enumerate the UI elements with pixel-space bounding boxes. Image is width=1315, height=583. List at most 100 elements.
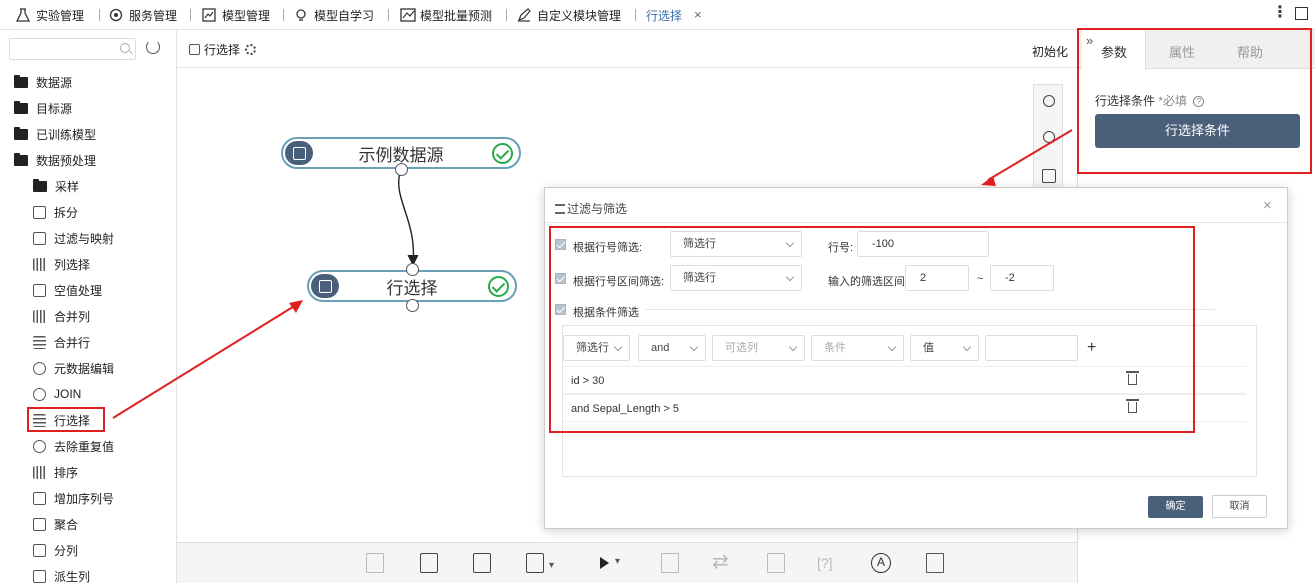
folder-icon	[14, 126, 28, 140]
row-select-highlight	[27, 407, 105, 432]
settings-icon[interactable]: ▾	[526, 553, 554, 573]
tool-sort[interactable]: 排序	[33, 463, 78, 481]
menu-divider	[635, 9, 636, 21]
folder-open-icon	[14, 152, 28, 166]
confirm-button[interactable]: 确定	[1148, 496, 1203, 518]
reset-button[interactable]: 初始化	[1032, 43, 1068, 60]
tool-join[interactable]: JOIN	[33, 385, 81, 403]
merge-rows-icon	[33, 335, 46, 349]
tool-label: JOIN	[54, 387, 82, 401]
database-icon	[33, 361, 46, 375]
more-menu-icon[interactable]: ⋮	[1272, 5, 1288, 21]
search-icon[interactable]	[120, 43, 130, 53]
tab-row-select[interactable]: 行选择	[646, 7, 682, 23]
node-label: 示例数据源	[358, 145, 444, 165]
tool-dedupe[interactable]: 去除重复值	[33, 437, 114, 455]
tool-label: 排序	[54, 465, 79, 480]
menu-label: 模型管理	[222, 8, 271, 23]
tool-metadata-edit[interactable]: 元数据编辑	[33, 359, 114, 377]
menu-self-learning[interactable]: 模型自学习	[294, 7, 374, 23]
menu-experiment[interactable]: 实验管理	[15, 7, 85, 23]
refresh-icon[interactable]	[146, 40, 160, 54]
output-port[interactable]	[406, 299, 419, 312]
menu-divider	[190, 9, 191, 21]
top-menu-bar: 实验管理 服务管理 模型管理 模型自学习 模型批量预测 自定义模块管理 行选择 …	[0, 0, 1315, 30]
gear-icon[interactable]	[245, 44, 257, 55]
tool-split-column[interactable]: 分列	[33, 541, 78, 559]
app-window: 实验管理 服务管理 模型管理 模型自学习 模型批量预测 自定义模块管理 行选择 …	[0, 0, 1315, 583]
folder-preprocessing[interactable]: 数据预处理	[14, 151, 96, 169]
menu-custom-module[interactable]: 自定义模块管理	[517, 7, 621, 23]
cancel-button[interactable]: 取消	[1212, 495, 1267, 518]
canvas-header: 行选择 初始化	[177, 30, 1077, 68]
tool-label: 去除重复值	[54, 439, 115, 454]
flow-icon	[189, 44, 200, 55]
tool-label: 聚合	[54, 517, 79, 532]
schedule-icon[interactable]	[767, 553, 785, 573]
tool-derived-column[interactable]: 派生列	[33, 567, 90, 583]
bottom-toolbar: ▾ ▾ ⇄ [?] A	[177, 542, 1077, 583]
menu-batch-predict[interactable]: 模型批量预测	[400, 7, 492, 23]
maximize-icon[interactable]	[1295, 7, 1308, 20]
chevron-down-icon[interactable]: ▾	[615, 556, 620, 567]
zoom-controls	[1033, 84, 1063, 194]
document-icon[interactable]	[926, 553, 944, 573]
tool-label: 分列	[54, 543, 79, 558]
folder-trained-models[interactable]: 已训练模型	[14, 125, 96, 143]
split-icon	[33, 205, 46, 219]
output-port[interactable]	[395, 163, 408, 176]
tool-merge-rows[interactable]: 合并行	[33, 333, 90, 351]
zoom-out-icon[interactable]	[1043, 131, 1055, 143]
folder-label: 数据预处理	[36, 153, 97, 168]
folder-datasource[interactable]: 数据源	[14, 73, 72, 91]
tool-add-sequence[interactable]: 增加序列号	[33, 489, 114, 507]
menu-label: 模型自学习	[314, 8, 375, 23]
close-tab-icon[interactable]: ×	[694, 7, 702, 22]
dialog-highlight	[549, 226, 1195, 433]
folder-target[interactable]: 目标源	[14, 99, 72, 117]
help-bracket-icon[interactable]: [?]	[817, 555, 841, 575]
canvas-title: 行选择	[189, 41, 257, 58]
fit-view-icon[interactable]	[1042, 169, 1056, 183]
swap-icon[interactable]: ⇄	[712, 552, 730, 573]
input-port[interactable]	[406, 263, 419, 276]
folder-icon	[14, 74, 28, 88]
tool-null-handling[interactable]: 空值处理	[33, 281, 102, 299]
tool-filter-map[interactable]: 过滤与映射	[33, 229, 114, 247]
tool-sample[interactable]: 采样	[33, 177, 79, 195]
tool-label: 合并行	[54, 335, 91, 350]
tool-label: 采样	[55, 179, 80, 194]
folder-icon	[14, 100, 28, 114]
folder-label: 已训练模型	[36, 127, 97, 142]
null-icon	[33, 283, 46, 297]
split-column-icon	[33, 543, 46, 557]
tool-split[interactable]: 拆分	[33, 203, 78, 221]
auto-layout-icon[interactable]: A	[871, 553, 891, 573]
new-doc-icon[interactable]	[366, 553, 384, 573]
search-input[interactable]	[9, 38, 136, 60]
tool-merge-columns[interactable]: 合并列	[33, 307, 90, 325]
menu-label: 实验管理	[36, 8, 85, 23]
save-as-icon[interactable]	[473, 553, 491, 573]
tool-aggregate[interactable]: 聚合	[33, 515, 78, 533]
tool-label: 增加序列号	[54, 491, 115, 506]
folder-label: 数据源	[36, 75, 73, 90]
upload-icon[interactable]	[661, 553, 679, 573]
chevron-down-icon: ▾	[549, 560, 555, 571]
sort-icon	[33, 465, 46, 479]
save-icon[interactable]	[420, 553, 438, 573]
menu-model[interactable]: 模型管理	[202, 7, 270, 23]
tool-label: 空值处理	[54, 283, 103, 298]
menu-service[interactable]: 服务管理	[109, 7, 177, 23]
folder-icon	[33, 178, 47, 192]
flask-icon	[15, 8, 31, 22]
run-icon[interactable]	[600, 557, 609, 569]
zoom-in-icon[interactable]	[1043, 95, 1055, 107]
dialog-title-text: 过滤与筛选	[567, 202, 628, 216]
menu-label: 自定义模块管理	[537, 8, 622, 23]
tool-label: 过滤与映射	[54, 231, 115, 246]
tool-column-select[interactable]: 列选择	[33, 255, 90, 273]
divider	[545, 222, 1287, 223]
close-icon[interactable]: ×	[1263, 197, 1272, 214]
chart-icon	[202, 8, 216, 22]
